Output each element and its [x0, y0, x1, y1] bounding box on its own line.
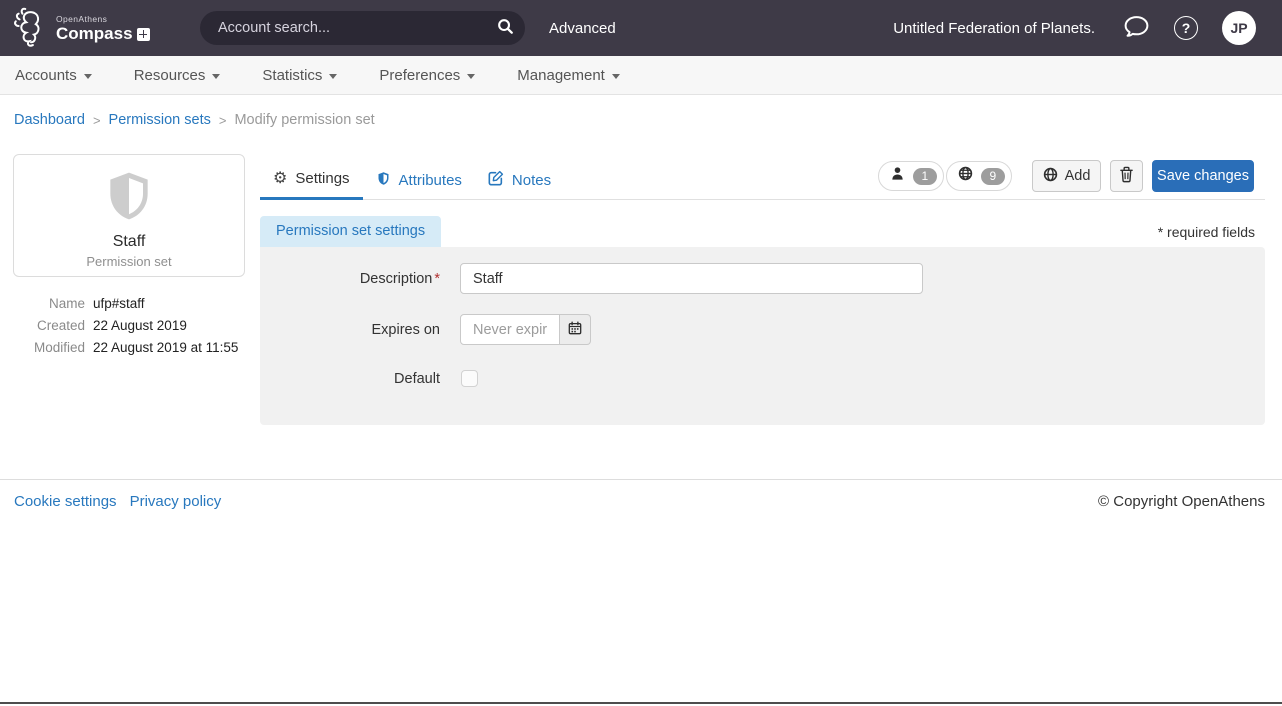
- detail-row-modified: Modified 22 August 2019 at 11:55: [5, 340, 255, 355]
- detail-value: 22 August 2019: [93, 318, 187, 333]
- breadcrumb-permission-sets[interactable]: Permission sets: [109, 112, 211, 128]
- detail-row-created: Created 22 August 2019: [5, 318, 255, 333]
- expires-on-label: Expires on: [260, 322, 440, 338]
- globe-icon: [958, 166, 973, 186]
- nav-item-resources[interactable]: Resources: [134, 67, 221, 84]
- chevron-down-icon: [212, 74, 220, 79]
- person-icon: [890, 166, 905, 186]
- user-avatar[interactable]: JP: [1222, 11, 1256, 45]
- delete-button[interactable]: [1110, 160, 1143, 192]
- required-fields-note: * required fields: [1158, 224, 1255, 240]
- breadcrumb-separator: >: [93, 113, 101, 128]
- calendar-button[interactable]: [560, 314, 591, 345]
- description-input[interactable]: [460, 263, 923, 294]
- nav-label: Management: [517, 67, 605, 84]
- nav-item-accounts[interactable]: Accounts: [15, 67, 92, 84]
- details-list: Name ufp#staff Created 22 August 2019 Mo…: [5, 296, 255, 362]
- detail-label: Name: [5, 296, 85, 311]
- edit-note-icon: [488, 170, 504, 190]
- nav-item-management[interactable]: Management: [517, 67, 620, 84]
- chevron-down-icon: [612, 74, 620, 79]
- breadcrumb-separator: >: [219, 113, 227, 128]
- detail-row-name: Name ufp#staff: [5, 296, 255, 311]
- brand-large-label: Compass: [56, 25, 133, 44]
- search-icon: [497, 18, 514, 38]
- chevron-down-icon: [329, 74, 337, 79]
- account-search: [200, 11, 525, 45]
- breadcrumb-dashboard[interactable]: Dashboard: [14, 112, 85, 128]
- accounts-counter[interactable]: 1: [878, 161, 944, 191]
- detail-value: ufp#staff: [93, 296, 145, 311]
- account-search-input[interactable]: [200, 20, 485, 36]
- breadcrumb: Dashboard > Permission sets > Modify per…: [14, 112, 375, 128]
- tab-label: Attributes: [399, 172, 462, 189]
- main-navbar: Accounts Resources Statistics Preference…: [0, 56, 1282, 95]
- expires-on-group: [460, 314, 591, 345]
- tab-label: Notes: [512, 172, 551, 189]
- plus-badge-icon: [137, 28, 150, 41]
- permission-set-type: Permission set: [14, 254, 244, 269]
- tab-settings[interactable]: ⚙ Settings: [260, 160, 363, 200]
- permission-set-card: Staff Permission set: [13, 154, 245, 277]
- detail-value: 22 August 2019 at 11:55: [93, 340, 238, 355]
- calendar-icon: [568, 321, 582, 338]
- nav-label: Accounts: [15, 67, 77, 84]
- shield-icon: [101, 211, 157, 228]
- add-button[interactable]: Add: [1032, 160, 1101, 192]
- help-button[interactable]: ?: [1174, 16, 1198, 40]
- nav-item-preferences[interactable]: Preferences: [379, 67, 475, 84]
- search-button[interactable]: [485, 11, 525, 45]
- advanced-search-link[interactable]: Advanced: [549, 0, 616, 56]
- detail-label: Created: [5, 318, 85, 333]
- add-button-label: Add: [1065, 168, 1091, 184]
- settings-panel: Description* Expires on: [260, 247, 1265, 425]
- accounts-count-badge: 1: [913, 168, 937, 185]
- panel-tab-permission-set-settings[interactable]: Permission set settings: [260, 216, 441, 247]
- chevron-down-icon: [84, 74, 92, 79]
- nav-item-statistics[interactable]: Statistics: [262, 67, 337, 84]
- footer-links: Cookie settings Privacy policy: [14, 493, 221, 510]
- organisation-name: Untitled Federation of Planets.: [893, 20, 1095, 37]
- tab-label: Settings: [295, 170, 349, 187]
- openathens-owl-icon: [12, 6, 50, 53]
- chat-button[interactable]: [1123, 14, 1150, 42]
- default-checkbox[interactable]: [461, 370, 478, 387]
- resources-count-badge: 9: [981, 168, 1005, 185]
- detail-label: Modified: [5, 340, 85, 355]
- globe-icon: [1043, 167, 1058, 186]
- chevron-down-icon: [467, 74, 475, 79]
- help-icon: ?: [1174, 16, 1198, 40]
- required-asterisk: *: [434, 271, 440, 287]
- save-changes-button[interactable]: Save changes: [1152, 160, 1254, 192]
- nav-label: Preferences: [379, 67, 460, 84]
- description-label: Description*: [260, 271, 440, 287]
- brand-logo[interactable]: OpenAthens Compass: [12, 6, 150, 53]
- tab-notes[interactable]: Notes: [475, 160, 564, 200]
- label-text: Description: [360, 271, 433, 287]
- breadcrumb-current: Modify permission set: [234, 112, 374, 128]
- default-label: Default: [260, 371, 440, 387]
- privacy-policy-link[interactable]: Privacy policy: [130, 493, 222, 510]
- gear-icon: ⚙: [273, 171, 287, 187]
- top-header: OpenAthens Compass Advanced Untitl: [0, 0, 1282, 56]
- shield-icon: [376, 171, 391, 190]
- footer: Cookie settings Privacy policy © Copyrig…: [0, 479, 1282, 480]
- copyright-text: © Copyright OpenAthens: [1098, 493, 1265, 510]
- nav-label: Resources: [134, 67, 206, 84]
- chat-bubble-icon: [1123, 14, 1150, 42]
- nav-label: Statistics: [262, 67, 322, 84]
- header-right-group: Untitled Federation of Planets. ? JP: [893, 0, 1256, 56]
- tab-attributes[interactable]: Attributes: [363, 160, 475, 200]
- trash-icon: [1119, 166, 1134, 187]
- expires-on-input[interactable]: [460, 314, 560, 345]
- permission-set-name: Staff: [14, 233, 244, 251]
- cookie-settings-link[interactable]: Cookie settings: [14, 493, 117, 510]
- page: OpenAthens Compass Advanced Untitl: [0, 0, 1282, 706]
- resources-counter[interactable]: 9: [946, 161, 1012, 191]
- window-bottom-edge: [0, 702, 1282, 704]
